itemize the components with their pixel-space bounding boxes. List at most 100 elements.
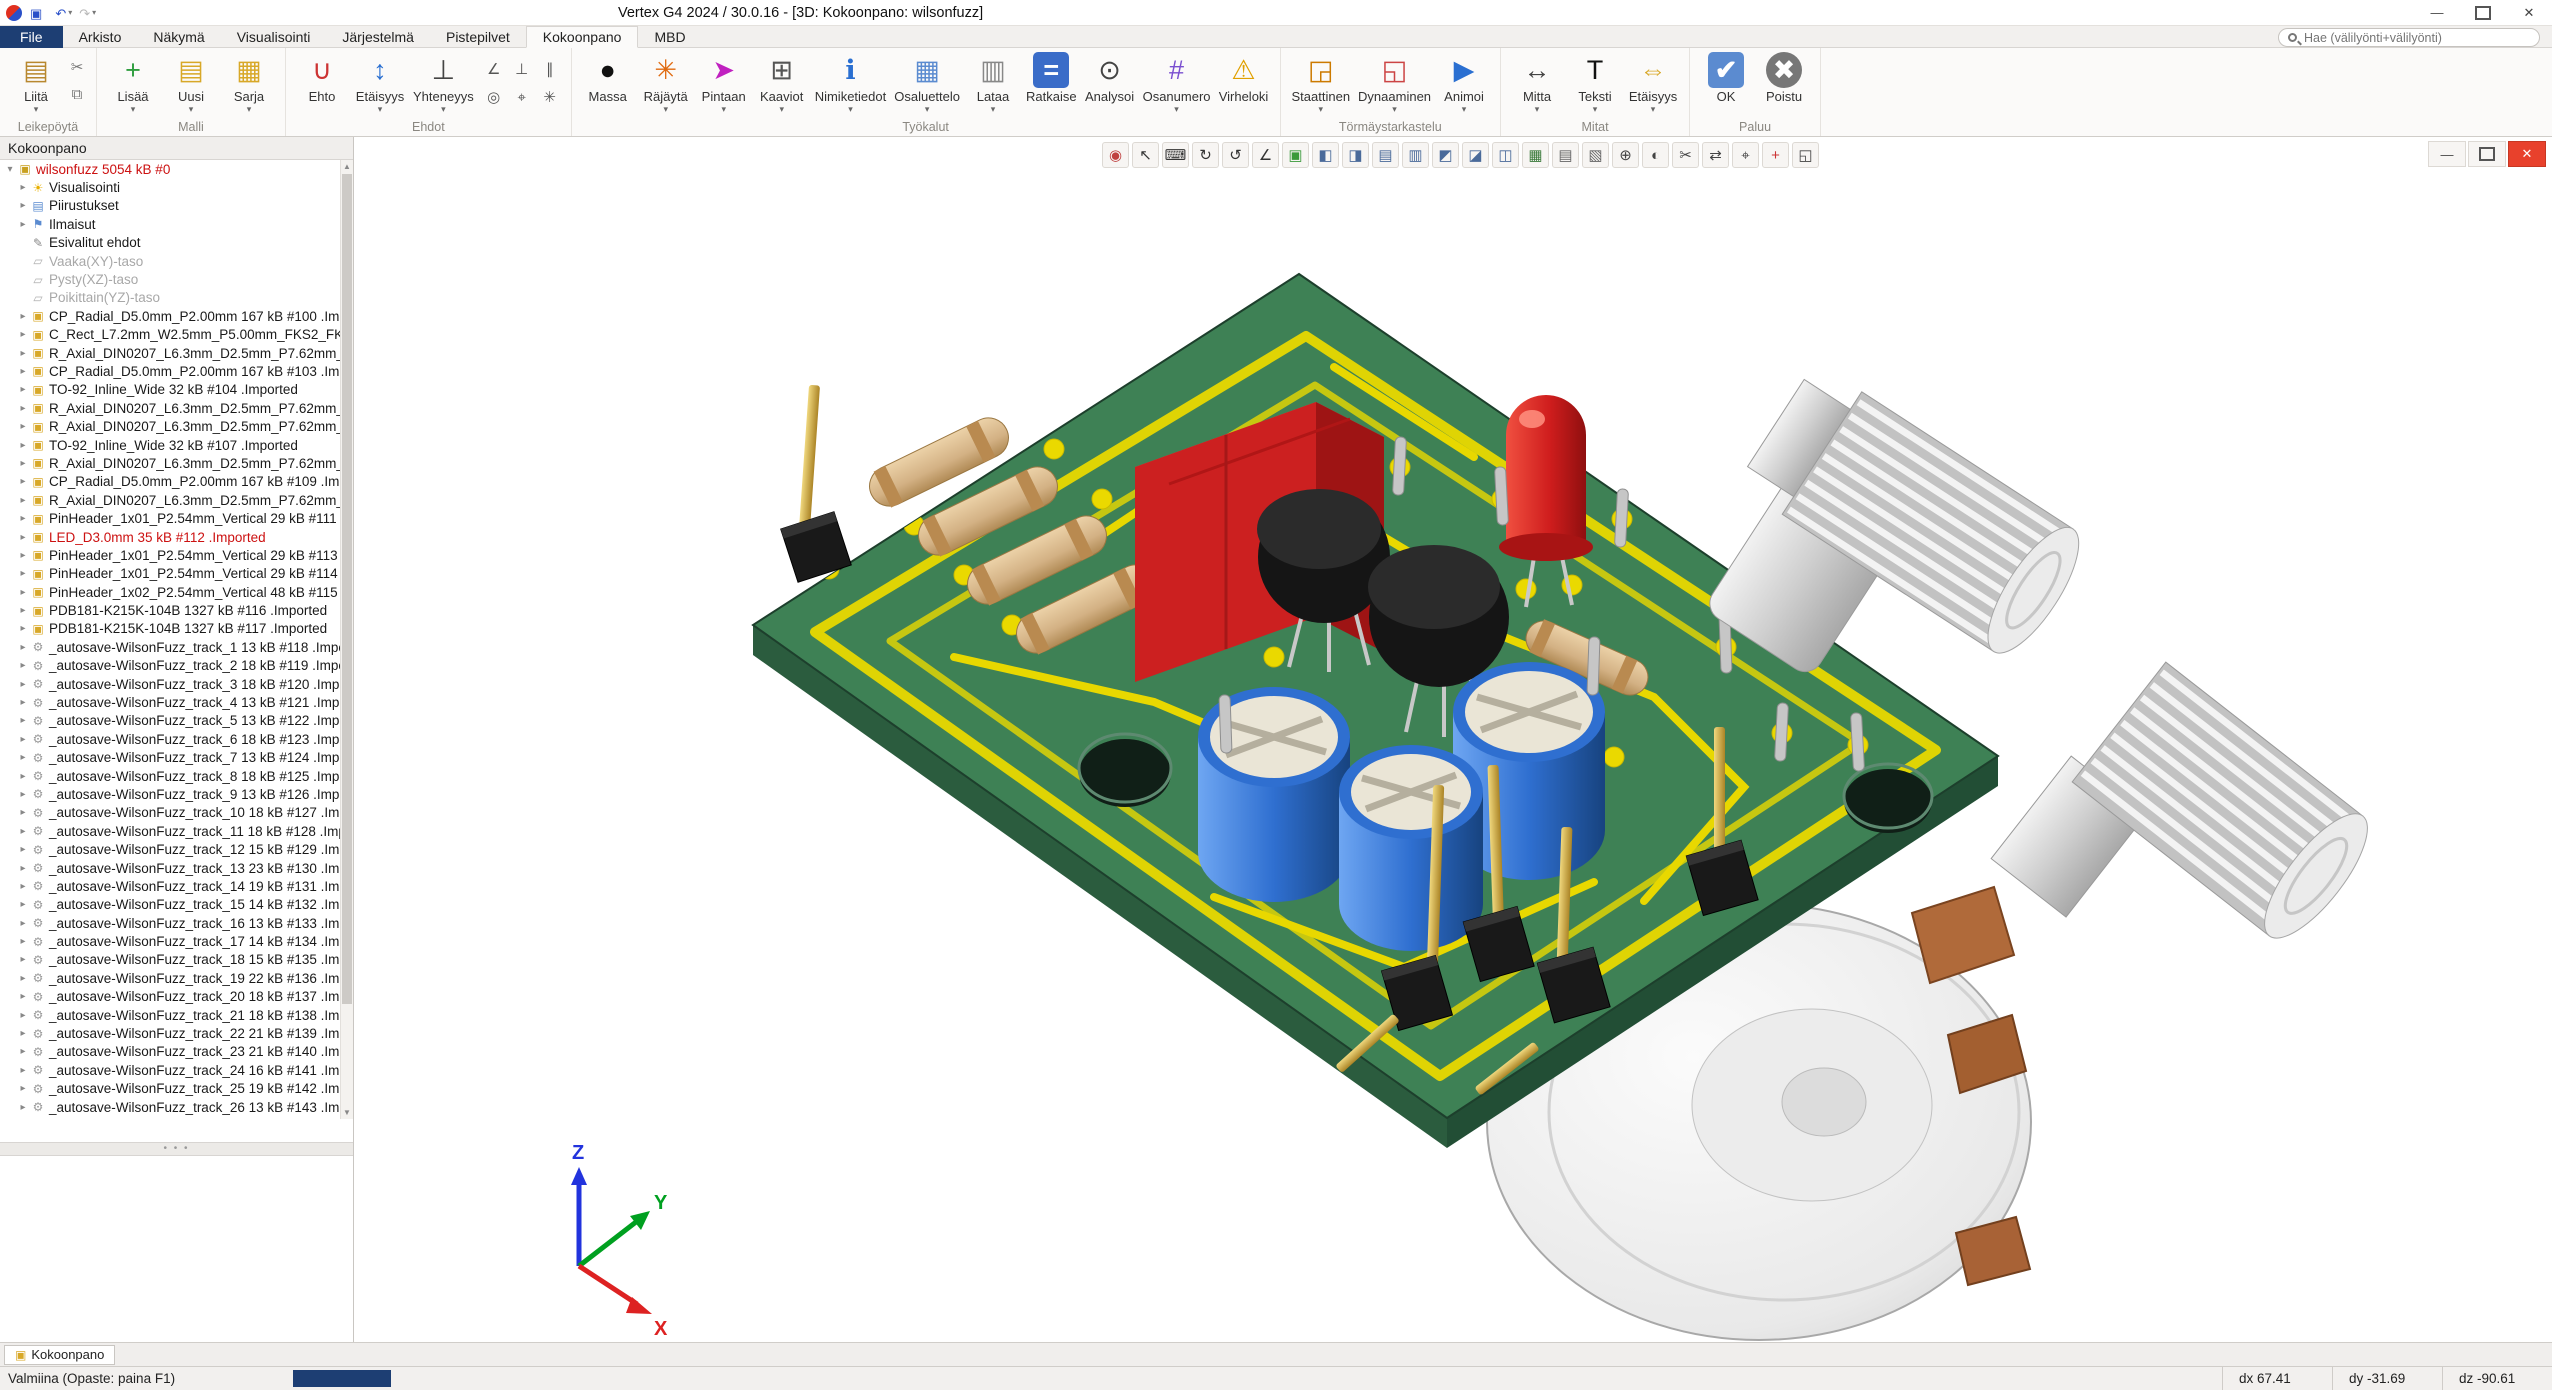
- tree-item[interactable]: ▸ ▣ TO-92_Inline_Wide 32 kB #107 .Import…: [0, 436, 341, 454]
- expander-icon[interactable]: ▸: [16, 789, 30, 800]
- tree-item[interactable]: ▱ Pysty(XZ)-taso: [0, 270, 341, 288]
- view-right-icon[interactable]: ◨: [1342, 142, 1369, 168]
- viewport-minimize-button[interactable]: —: [2428, 141, 2466, 167]
- perpendicular-condition-icon[interactable]: ⊥: [510, 57, 534, 81]
- expander-icon[interactable]: ▸: [16, 513, 30, 524]
- item-data-button[interactable]: ℹ Nimiketiedot: [811, 52, 891, 114]
- tree-item[interactable]: ▱ Vaaka(XY)-taso: [0, 252, 341, 270]
- expander-icon[interactable]: ▸: [16, 1028, 30, 1039]
- expander-icon[interactable]: ▸: [16, 421, 30, 432]
- add-button[interactable]: + Lisää: [104, 52, 162, 114]
- window-icon[interactable]: ◱: [1792, 142, 1819, 168]
- expander-icon[interactable]: ▾: [3, 164, 17, 175]
- select-arrow-icon[interactable]: ↖: [1132, 142, 1159, 168]
- expander-icon[interactable]: ▸: [16, 384, 30, 395]
- expander-icon[interactable]: ▸: [16, 182, 30, 193]
- expander-icon[interactable]: ▸: [16, 752, 30, 763]
- expander-icon[interactable]: ▸: [16, 715, 30, 726]
- clip-icon[interactable]: ✂: [1672, 142, 1699, 168]
- expander-icon[interactable]: ▸: [16, 1010, 30, 1021]
- tab-mbd[interactable]: MBD: [638, 26, 701, 48]
- expander-icon[interactable]: ▸: [16, 771, 30, 782]
- view-bottom-icon[interactable]: ▥: [1402, 142, 1429, 168]
- panel-splitter[interactable]: • • •: [0, 1142, 353, 1156]
- part-number-button[interactable]: # Osanumero: [1139, 52, 1215, 114]
- expander-icon[interactable]: ▸: [16, 954, 30, 965]
- tree-item[interactable]: ▸ ⚙ _autosave-WilsonFuzz_track_18 15 kB …: [0, 951, 341, 969]
- tree-item[interactable]: ▸ ▣ PDB181-K215K-104B 1327 kB #116 .Impo…: [0, 601, 341, 619]
- minimize-button[interactable]: —: [2414, 0, 2460, 25]
- mass-button[interactable]: ● Massa: [579, 52, 637, 114]
- scrollbar-thumb[interactable]: [342, 174, 352, 1004]
- keypad-icon[interactable]: ⌨: [1162, 142, 1189, 168]
- expander-icon[interactable]: ▸: [16, 807, 30, 818]
- expander-icon[interactable]: ▸: [16, 844, 30, 855]
- tree-item[interactable]: ▸ ⚙ _autosave-WilsonFuzz_track_11 18 kB …: [0, 822, 341, 840]
- solve-button[interactable]: = Ratkaise: [1022, 52, 1081, 114]
- static-collision-button[interactable]: ◲ Staattinen: [1288, 52, 1355, 114]
- rotate-ccw-icon[interactable]: ↺: [1222, 142, 1249, 168]
- tree-item[interactable]: ▸ ⚙ _autosave-WilsonFuzz_track_16 13 kB …: [0, 914, 341, 932]
- series-button[interactable]: ▦ Sarja: [220, 52, 278, 114]
- potentiometer-upper[interactable]: [1703, 362, 2095, 679]
- expander-icon[interactable]: ▸: [16, 1102, 30, 1113]
- expander-icon[interactable]: ▸: [16, 881, 30, 892]
- tree-item[interactable]: ▸ ⚙ _autosave-WilsonFuzz_track_26 13 kB …: [0, 1098, 341, 1116]
- expander-icon[interactable]: ▸: [16, 973, 30, 984]
- 3d-viewport[interactable]: Z Y X ◉↖⌨↻↺∠▣◧◨▤▥◩◪◫▦▤▧⊕◐✂⇄⌖+◱ —✕: [354, 137, 2552, 1342]
- measure-button[interactable]: ↔ Mitta: [1508, 52, 1566, 114]
- to-surface-button[interactable]: ➤ Pintaan: [695, 52, 753, 114]
- tree-item[interactable]: ▸ ⚙ _autosave-WilsonFuzz_track_13 23 kB …: [0, 859, 341, 877]
- expander-icon[interactable]: ▸: [16, 660, 30, 671]
- text-button[interactable]: T Teksti: [1566, 52, 1624, 114]
- expander-icon[interactable]: ▸: [16, 1065, 30, 1076]
- tree-item[interactable]: ▸ ▣ C_Rect_L7.2mm_W2.5mm_P5.00mm_FKS2_FK…: [0, 326, 341, 344]
- tree-item[interactable]: ▸ ▤ Piirustukset: [0, 197, 341, 215]
- axes-icon[interactable]: +: [1762, 142, 1789, 168]
- parts-list-button[interactable]: ▦ Osaluettelo: [890, 52, 964, 114]
- redo-button[interactable]: ↷▾: [79, 7, 96, 20]
- print-icon[interactable]: ▤: [1552, 142, 1579, 168]
- tree-item[interactable]: ▸ ⚙ _autosave-WilsonFuzz_track_23 21 kB …: [0, 1043, 341, 1061]
- tree-item[interactable]: ▸ ⚙ _autosave-WilsonFuzz_track_20 18 kB …: [0, 988, 341, 1006]
- expander-icon[interactable]: ▸: [16, 863, 30, 874]
- tree-item[interactable]: ▸ ▣ CP_Radial_D5.0mm_P2.00mm 167 kB #109…: [0, 473, 341, 491]
- tab-jarjestelma[interactable]: Järjestelmä: [326, 26, 430, 48]
- scroll-down-icon[interactable]: ▼: [341, 1106, 353, 1119]
- tree-scrollbar[interactable]: ▲ ▼: [340, 160, 353, 1119]
- search-box[interactable]: [2278, 28, 2540, 47]
- undo-button[interactable]: ↶▾: [55, 7, 72, 20]
- section-view-icon[interactable]: ◫: [1492, 142, 1519, 168]
- swap-icon[interactable]: ⇄: [1702, 142, 1729, 168]
- tree-item[interactable]: ▸ ▣ R_Axial_DIN0207_L6.3mm_D2.5mm_P7.62m…: [0, 454, 341, 472]
- new-button[interactable]: ▤ Uusi: [162, 52, 220, 114]
- expander-icon[interactable]: ▸: [16, 936, 30, 947]
- view-left-icon[interactable]: ◧: [1312, 142, 1339, 168]
- tree-item[interactable]: ▸ ▣ R_Axial_DIN0207_L6.3mm_D2.5mm_P7.62m…: [0, 417, 341, 435]
- distance-condition-button[interactable]: ↕ Etäisyys: [351, 52, 409, 114]
- tree-item[interactable]: ▸ ⚙ _autosave-WilsonFuzz_track_2 18 kB #…: [0, 657, 341, 675]
- error-log-button[interactable]: ⚠ Virheloki: [1215, 52, 1273, 114]
- view-back-icon[interactable]: ◪: [1462, 142, 1489, 168]
- expander-icon[interactable]: ▸: [16, 918, 30, 929]
- expander-icon[interactable]: ▸: [16, 642, 30, 653]
- shade-icon[interactable]: ◐: [1642, 142, 1669, 168]
- expander-icon[interactable]: ▸: [16, 329, 30, 340]
- schematics-button[interactable]: ⊞ Kaaviot: [753, 52, 811, 114]
- viewport-restore-button[interactable]: [2468, 141, 2506, 167]
- tree-item[interactable]: ▸ ⚙ _autosave-WilsonFuzz_track_17 14 kB …: [0, 932, 341, 950]
- expander-icon[interactable]: ▸: [16, 1083, 30, 1094]
- ok-button[interactable]: ✔ OK: [1697, 52, 1755, 114]
- tree-item[interactable]: ▸ ⚙ _autosave-WilsonFuzz_track_19 22 kB …: [0, 969, 341, 987]
- tree-item[interactable]: ✎ Esivalitut ehdot: [0, 234, 341, 252]
- tree-item[interactable]: ▸ ▣ PinHeader_1x01_P2.54mm_Vertical 29 k…: [0, 509, 341, 527]
- tree-item[interactable]: ▸ ⚙ _autosave-WilsonFuzz_track_1 13 kB #…: [0, 638, 341, 656]
- explode-button[interactable]: ✳ Räjäytä: [637, 52, 695, 114]
- coincidence-button[interactable]: ⊥ Yhteneyys: [409, 52, 478, 114]
- expander-icon[interactable]: ▸: [16, 679, 30, 690]
- expander-icon[interactable]: ▸: [16, 532, 30, 543]
- tree-item[interactable]: ▸ ▣ PDB181-K215K-104B 1327 kB #117 .Impo…: [0, 620, 341, 638]
- expander-icon[interactable]: ▸: [16, 348, 30, 359]
- distance-button[interactable]: ⇔ Etäisyys: [1624, 52, 1682, 114]
- expander-icon[interactable]: ▸: [16, 476, 30, 487]
